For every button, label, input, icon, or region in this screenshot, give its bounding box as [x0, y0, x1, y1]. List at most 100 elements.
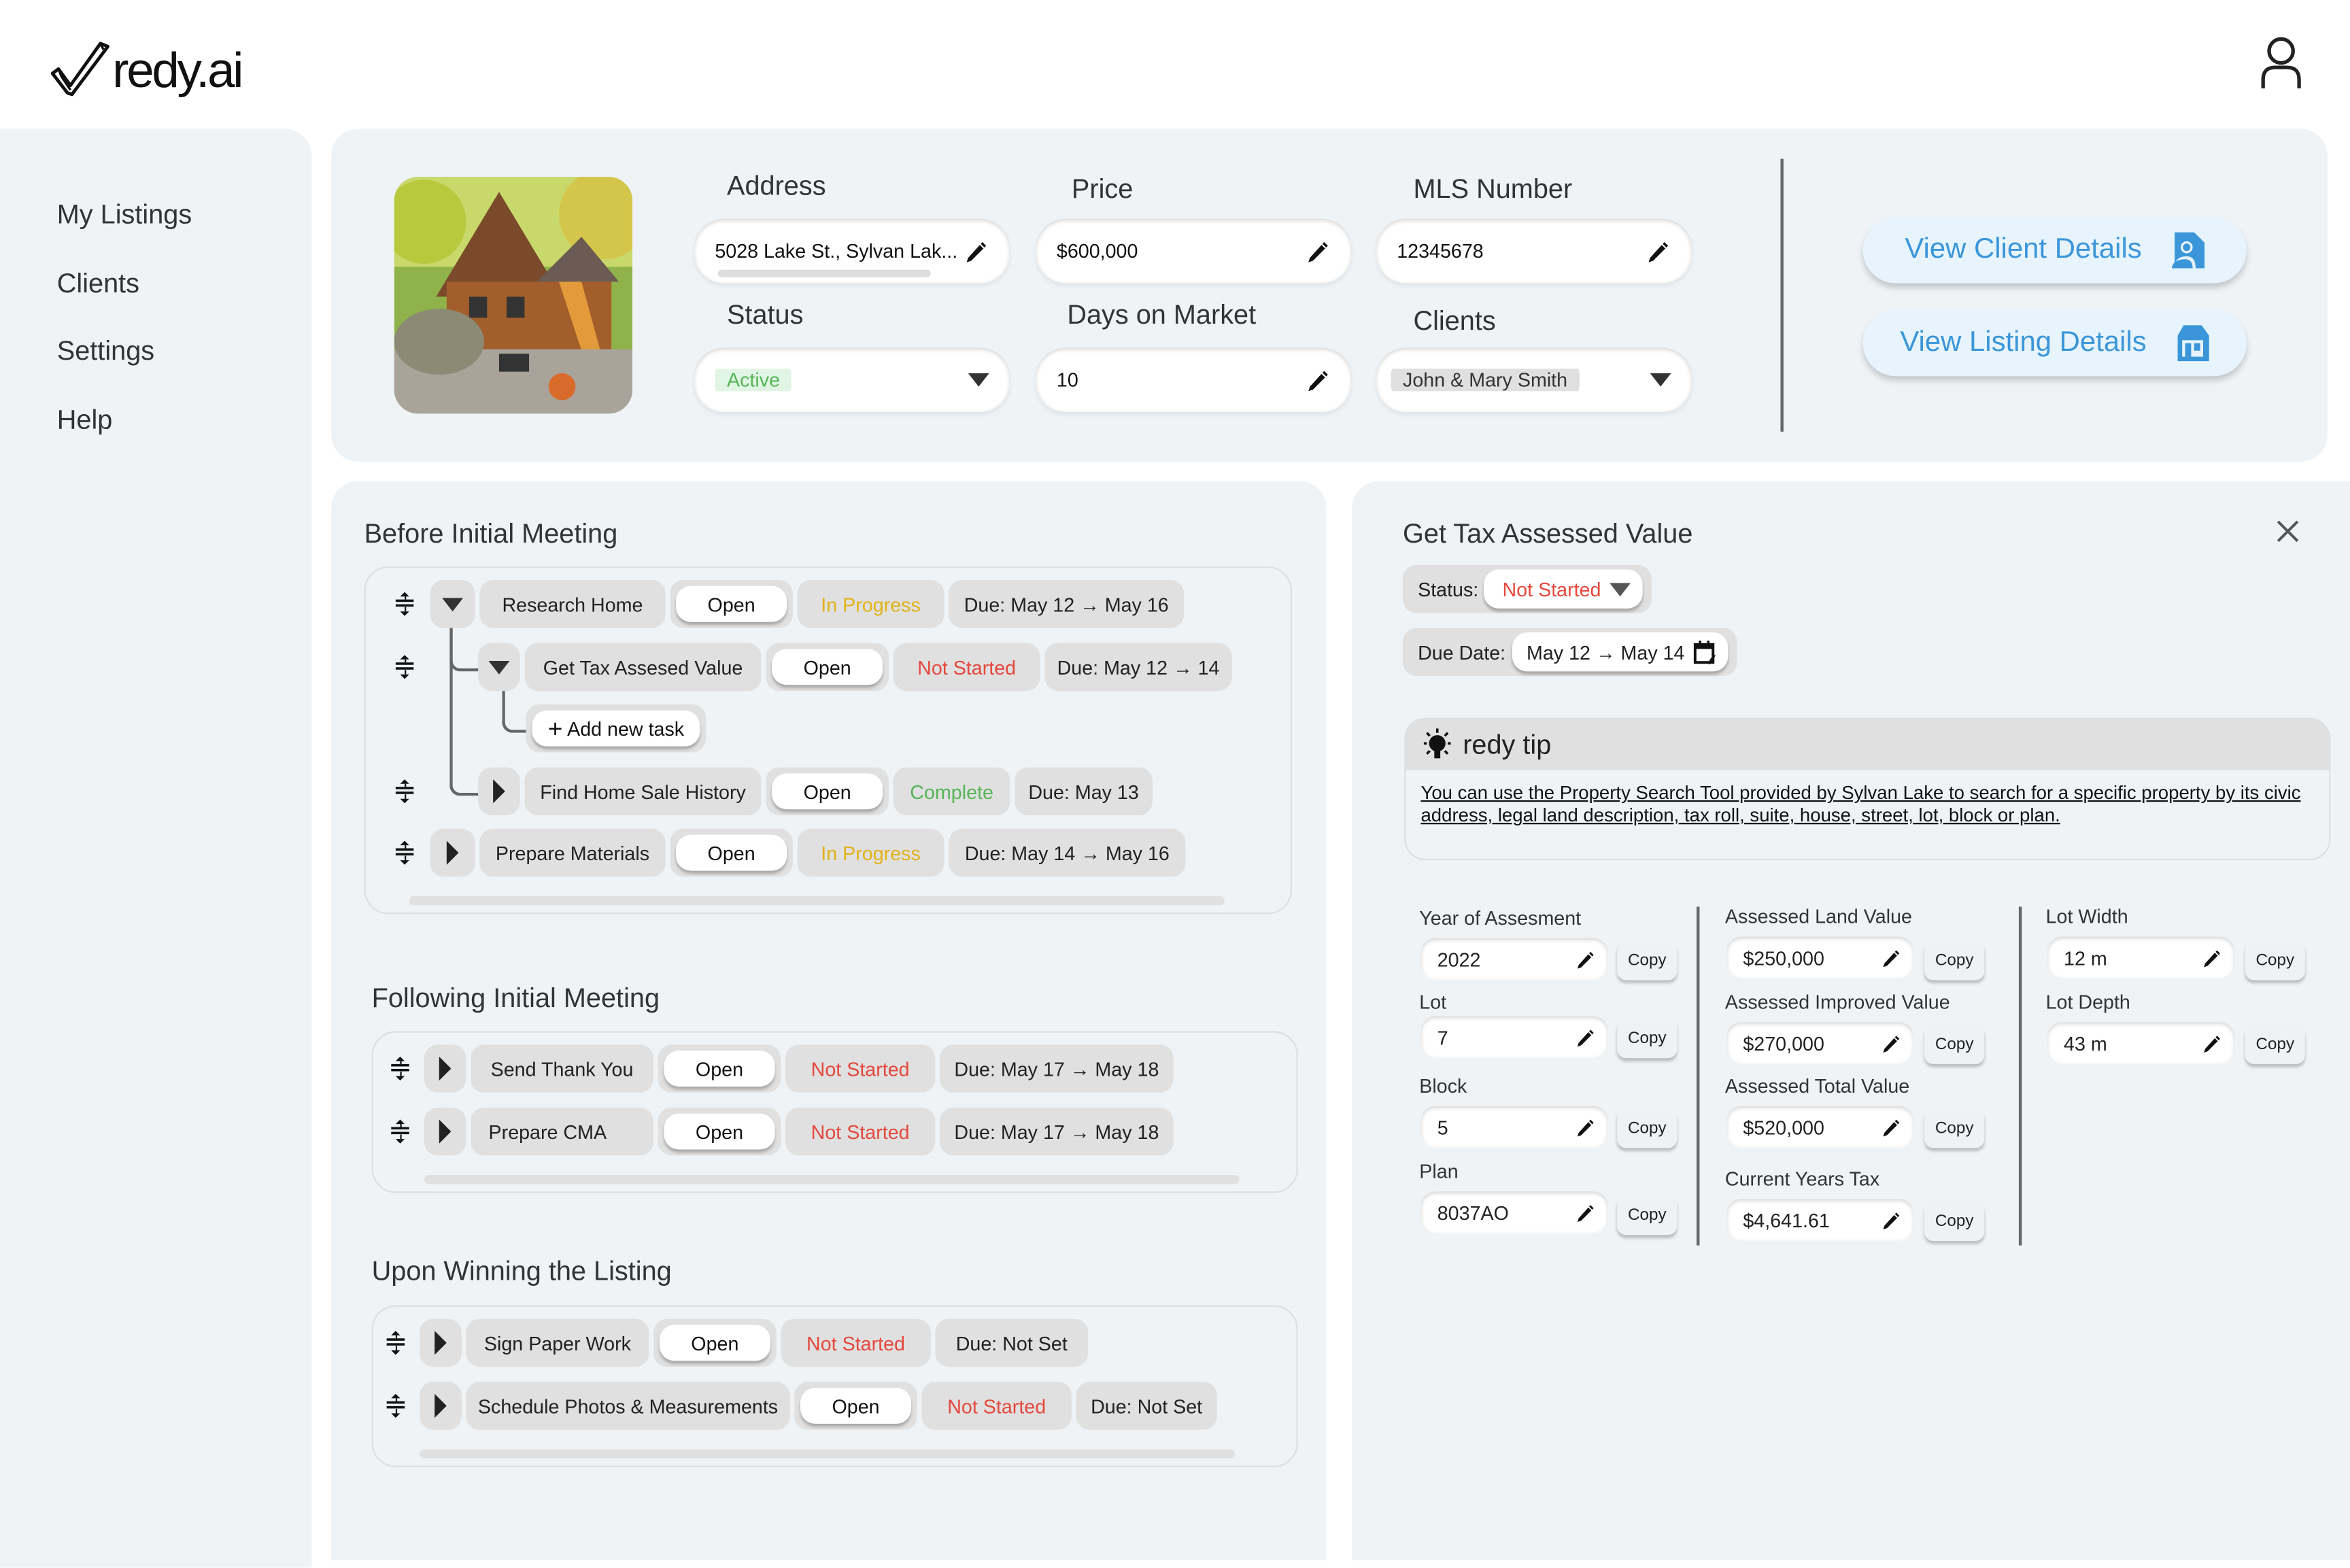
- expand-toggle[interactable]: [420, 1318, 462, 1367]
- status-chevron-down-icon[interactable]: [968, 373, 989, 387]
- open-task-button[interactable]: Open: [676, 834, 787, 871]
- edit-days-pencil-icon[interactable]: [1304, 367, 1331, 394]
- lot-width-field[interactable]: 12 m: [2047, 936, 2235, 979]
- edit-pencil-icon[interactable]: [1573, 948, 1596, 970]
- edit-address-pencil-icon[interactable]: [962, 237, 989, 265]
- copy-button[interactable]: Copy: [1924, 1025, 1985, 1064]
- drag-handle-icon[interactable]: [385, 1393, 406, 1418]
- edit-pencil-icon[interactable]: [1879, 1116, 1902, 1138]
- copy-button[interactable]: Copy: [1617, 1109, 1678, 1148]
- improved-value-field[interactable]: $270,000: [1726, 1022, 1914, 1064]
- year-field[interactable]: 2022: [1420, 938, 1608, 981]
- copy-button[interactable]: Copy: [1924, 941, 1985, 981]
- drag-handle-icon[interactable]: [394, 592, 415, 616]
- copy-button[interactable]: Copy: [1617, 1195, 1678, 1235]
- edit-pencil-icon[interactable]: [1573, 1116, 1596, 1138]
- address-field[interactable]: 5028 Lake St., Sylvan Lak...: [694, 218, 1010, 284]
- edit-pencil-icon[interactable]: [1879, 1209, 1902, 1231]
- copy-button[interactable]: Copy: [1924, 1201, 1985, 1241]
- mls-field[interactable]: 12345678: [1376, 218, 1692, 284]
- drag-handle-icon[interactable]: [390, 1056, 411, 1081]
- copy-button[interactable]: Copy: [2245, 941, 2305, 981]
- add-new-task-button[interactable]: + Add new task: [532, 710, 700, 747]
- open-task-button[interactable]: Open: [659, 1325, 770, 1361]
- collapse-toggle[interactable]: [478, 643, 520, 692]
- days-on-market-field[interactable]: 10: [1036, 347, 1352, 413]
- address-scrollbar[interactable]: [717, 269, 931, 277]
- expand-toggle[interactable]: [478, 767, 520, 816]
- status-dropdown[interactable]: Active: [694, 347, 1010, 413]
- clients-chevron-down-icon[interactable]: [1650, 373, 1671, 387]
- sidebar-item-my-listings[interactable]: My Listings: [57, 199, 192, 231]
- detail-due-date-picker[interactable]: May 12 → May 14: [1511, 632, 1729, 672]
- horizontal-scrollbar[interactable]: [409, 896, 1225, 906]
- close-icon[interactable]: [2277, 520, 2299, 543]
- task-due-date[interactable]: Due: May 13: [1015, 767, 1153, 816]
- plan-field[interactable]: 8037AO: [1420, 1191, 1608, 1233]
- total-value-field[interactable]: $520,000: [1726, 1106, 1914, 1148]
- task-status[interactable]: Not Started: [785, 1044, 936, 1093]
- drag-handle-icon[interactable]: [394, 840, 415, 865]
- drag-handle-icon[interactable]: [390, 1119, 411, 1144]
- task-due-date[interactable]: Due: May 12 → 14: [1044, 643, 1232, 692]
- collapse-toggle[interactable]: [430, 579, 475, 628]
- expand-toggle[interactable]: [420, 1382, 462, 1430]
- edit-pencil-icon[interactable]: [1879, 947, 1902, 969]
- edit-pencil-icon[interactable]: [1879, 1032, 1902, 1055]
- task-due-date[interactable]: Due: May 14 → May 16: [949, 828, 1186, 877]
- edit-mls-pencil-icon[interactable]: [1644, 237, 1671, 265]
- task-status[interactable]: Not Started: [785, 1107, 936, 1156]
- detail-status-dropdown[interactable]: Not Started: [1484, 569, 1644, 609]
- task-due-date[interactable]: Due: May 17 → May 18: [939, 1044, 1174, 1093]
- drag-handle-icon[interactable]: [394, 779, 415, 804]
- horizontal-scrollbar[interactable]: [420, 1449, 1236, 1459]
- copy-button[interactable]: Copy: [1617, 1019, 1678, 1059]
- open-task-button[interactable]: Open: [772, 773, 883, 810]
- open-task-button[interactable]: Open: [664, 1113, 775, 1150]
- horizontal-scrollbar[interactable]: [424, 1175, 1240, 1184]
- open-task-button[interactable]: Open: [772, 649, 883, 685]
- block-field[interactable]: 5: [1420, 1106, 1608, 1148]
- app-logo[interactable]: redy.ai: [50, 39, 243, 99]
- task-due-date[interactable]: Due: Not Set: [935, 1318, 1089, 1367]
- open-task-button[interactable]: Open: [664, 1051, 775, 1087]
- task-status[interactable]: Complete: [893, 767, 1010, 816]
- sidebar-item-help[interactable]: Help: [57, 405, 113, 436]
- land-value-field[interactable]: $250,000: [1726, 936, 1914, 979]
- copy-button[interactable]: Copy: [1924, 1109, 1985, 1148]
- edit-pencil-icon[interactable]: [1573, 1201, 1596, 1224]
- view-client-details-button[interactable]: View Client Details: [1862, 217, 2247, 284]
- lot-depth-field[interactable]: 43 m: [2047, 1022, 2235, 1064]
- edit-pencil-icon[interactable]: [2200, 1032, 2223, 1055]
- copy-button[interactable]: Copy: [2245, 1025, 2305, 1064]
- edit-pencil-icon[interactable]: [2200, 947, 2223, 969]
- edit-price-pencil-icon[interactable]: [1304, 237, 1331, 265]
- task-status[interactable]: Not Started: [893, 643, 1040, 692]
- task-due-date[interactable]: Due: Not Set: [1076, 1382, 1217, 1430]
- price-field[interactable]: $600,000: [1036, 218, 1352, 284]
- edit-pencil-icon[interactable]: [1573, 1026, 1596, 1049]
- task-status[interactable]: Not Started: [921, 1382, 1072, 1430]
- drag-handle-icon[interactable]: [394, 655, 415, 679]
- expand-toggle[interactable]: [430, 828, 475, 877]
- current-tax-field[interactable]: $4,641.61: [1726, 1199, 1914, 1241]
- tip-link-text[interactable]: You can use the Property Search Tool pro…: [1406, 770, 2329, 839]
- price-label: Price: [1071, 173, 1134, 204]
- expand-toggle[interactable]: [424, 1044, 466, 1093]
- user-profile-icon[interactable]: [2255, 36, 2306, 90]
- sidebar-item-clients[interactable]: Clients: [57, 269, 139, 300]
- task-status[interactable]: In Progress: [797, 579, 944, 628]
- open-task-button[interactable]: Open: [676, 585, 787, 622]
- copy-button[interactable]: Copy: [1617, 941, 1678, 981]
- sidebar-item-settings[interactable]: Settings: [57, 336, 154, 367]
- open-task-button[interactable]: Open: [800, 1387, 912, 1424]
- task-due-date[interactable]: Due: May 17 → May 18: [939, 1107, 1174, 1156]
- lot-field[interactable]: 7: [1420, 1016, 1608, 1059]
- view-listing-details-button[interactable]: View Listing Details: [1862, 310, 2247, 377]
- task-due-date[interactable]: Due: May 12 → May 16: [949, 579, 1185, 628]
- clients-dropdown[interactable]: John & Mary Smith: [1376, 347, 1692, 413]
- drag-handle-icon[interactable]: [385, 1331, 406, 1355]
- task-status[interactable]: Not Started: [781, 1318, 931, 1367]
- expand-toggle[interactable]: [424, 1107, 466, 1156]
- task-status[interactable]: In Progress: [797, 828, 944, 877]
